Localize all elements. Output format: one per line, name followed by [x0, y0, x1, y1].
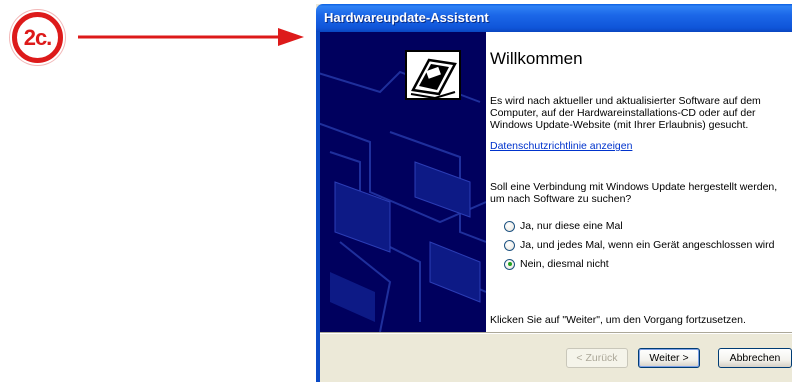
wizard-content-layer: Willkommen Es wird nach aktueller und ak… — [316, 4, 792, 382]
option-label: Ja, und jedes Mal, wenn ein Gerät angesc… — [520, 239, 775, 251]
privacy-link[interactable]: Datenschutzrichtlinie anzeigen — [490, 140, 632, 152]
step-badge: 2c. — [12, 12, 63, 63]
next-button[interactable]: Weiter > — [638, 348, 700, 368]
radio-button[interactable] — [504, 220, 515, 232]
radio-button-selected[interactable] — [504, 258, 515, 270]
radio-button[interactable] — [504, 239, 515, 251]
option-not-now-radio[interactable]: Nein, diesmal nicht — [504, 257, 609, 271]
option-once-radio[interactable]: Ja, nur diese eine Mal — [504, 219, 623, 233]
arrow-right-icon — [78, 28, 304, 46]
cancel-button[interactable]: Abbrechen — [718, 348, 792, 368]
radio-selected-dot — [507, 262, 512, 266]
question-text: Soll eine Verbindung mit Windows Update … — [490, 181, 778, 205]
button-separator — [320, 332, 792, 334]
continue-hint: Klicken Sie auf "Weiter", um den Vorgang… — [490, 314, 746, 326]
back-button[interactable]: < Zurück — [566, 348, 628, 368]
intro-text: Es wird nach aktueller und aktualisierte… — [490, 95, 761, 131]
option-label: Ja, nur diese eine Mal — [520, 220, 623, 232]
option-always-radio[interactable]: Ja, und jedes Mal, wenn ein Gerät angesc… — [504, 238, 774, 252]
option-label: Nein, diesmal nicht — [520, 258, 609, 270]
step-label: 2c. — [23, 24, 53, 50]
page-title: Willkommen — [490, 49, 583, 68]
